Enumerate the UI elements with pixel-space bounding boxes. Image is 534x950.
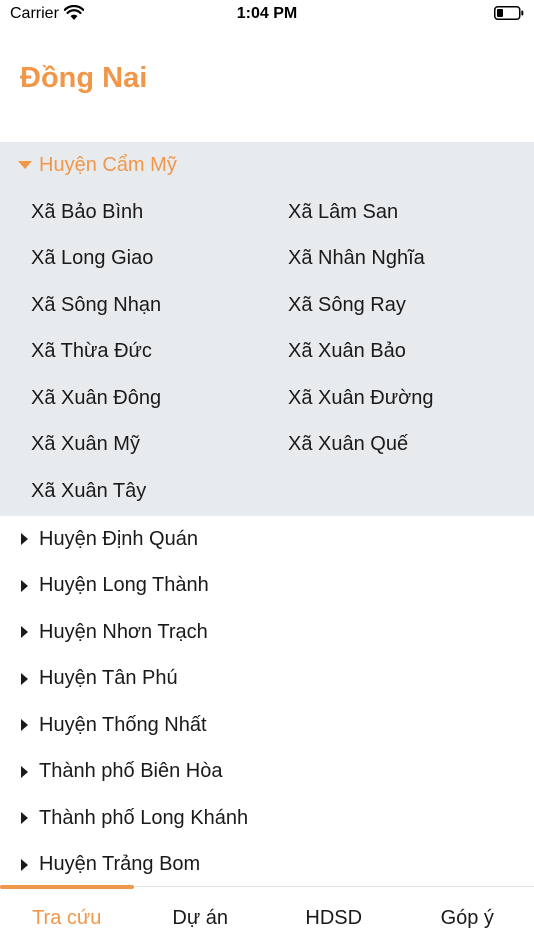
ward-item[interactable]: Xã Xuân Mỹ (0, 421, 267, 468)
ward-item[interactable]: Xã Thừa Đức (0, 328, 267, 375)
ward-grid: Xã Bảo Bình Xã Lâm San Xã Long Giao Xã Nhân… (0, 189, 534, 515)
district-row-expanded[interactable]: Huyện Cẩm Mỹ (0, 142, 534, 189)
district-label: Huyện Trảng Bom (39, 853, 201, 876)
tab-bar: Tra cứu Dự án HDSD Góp ý (0, 885, 534, 950)
caret-right-icon (21, 765, 28, 778)
district-label: Thành phố Biên Hòa (39, 760, 223, 783)
ward-item[interactable]: Xã Xuân Đông (0, 375, 267, 422)
ward-item[interactable]: Xã Xuân Bảo (267, 328, 534, 375)
ward-item[interactable]: Xã Sông Nhạn (0, 282, 267, 329)
ward-item[interactable]: Xã Bảo Bình (0, 189, 267, 236)
collapsed-district-list: Huyện Định Quán Huyện Long Thành Huyện Nhơ… (0, 516, 534, 888)
ward-item[interactable]: Xã Xuân Đường (267, 375, 534, 422)
district-group-expanded: Huyện Cẩm Mỹ Xã Bảo Bình Xã Lâm San Xã Lon… (0, 142, 534, 516)
active-tab-indicator (0, 885, 134, 889)
district-row[interactable]: Huyện Thống Nhất (0, 702, 534, 749)
district-label: Huyện Thống Nhất (39, 713, 207, 736)
district-row[interactable]: Huyện Nhơn Trạch (0, 609, 534, 656)
district-label: Huyện Long Thành (39, 574, 209, 597)
caret-right-icon (21, 672, 28, 685)
district-row[interactable]: Thành phố Long Khánh (0, 795, 534, 842)
ward-item[interactable]: Xã Long Giao (0, 235, 267, 282)
district-row[interactable]: Huyện Trảng Bom (0, 842, 534, 889)
district-row[interactable]: Thành phố Biên Hòa (0, 749, 534, 796)
caret-right-icon (21, 626, 28, 639)
tab-tra-cuu[interactable]: Tra cứu (0, 887, 134, 950)
ward-item[interactable]: Xã Xuân Tây (0, 468, 267, 515)
ward-item[interactable]: Xã Lâm San (267, 189, 534, 236)
district-label: Huyện Định Quán (39, 527, 198, 550)
district-tree: Huyện Cẩm Mỹ Xã Bảo Bình Xã Lâm San Xã Lon… (0, 142, 534, 888)
caret-right-icon (21, 719, 28, 732)
district-row[interactable]: Huyện Long Thành (0, 563, 534, 610)
tab-gop-y[interactable]: Góp ý (401, 887, 534, 950)
battery-icon (494, 6, 524, 20)
status-time: 1:04 PM (236, 5, 298, 22)
caret-right-icon (21, 579, 28, 592)
district-label: Thành phố Long Khánh (39, 806, 249, 829)
district-row[interactable]: Huyện Định Quán (0, 516, 534, 563)
ward-item[interactable]: Xã Sông Ray (267, 282, 534, 329)
ward-item[interactable]: Xã Xuân Quế (267, 421, 534, 468)
caret-right-icon (21, 858, 28, 871)
page-title: Đồng Nai (20, 62, 148, 94)
district-label: Huyện Cẩm Mỹ (39, 153, 177, 176)
district-row[interactable]: Huyện Tân Phú (0, 656, 534, 703)
status-bar: Carrier 1:04 PM (0, 0, 534, 30)
caret-down-icon (18, 161, 32, 170)
caret-right-icon (21, 812, 28, 825)
tab-hdsd[interactable]: HDSD (267, 887, 401, 950)
caret-right-icon (21, 533, 28, 546)
tab-du-an[interactable]: Dự án (134, 887, 268, 950)
district-label: Huyện Nhơn Trạch (39, 620, 208, 643)
ward-item[interactable]: Xã Nhân Nghĩa (267, 235, 534, 282)
district-label: Huyện Tân Phú (39, 667, 178, 690)
